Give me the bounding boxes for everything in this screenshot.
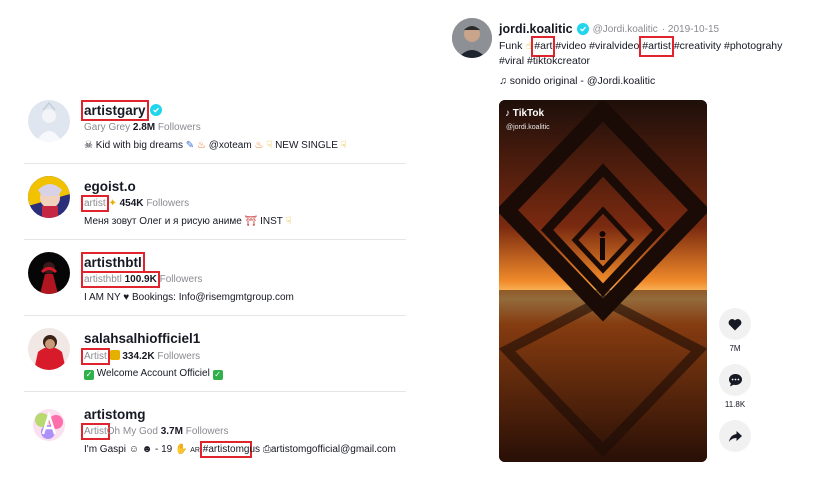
avatar[interactable] (28, 252, 70, 294)
account-label-rest: Oh My God (106, 426, 158, 437)
post-author[interactable]: jordi.koalitic (499, 22, 573, 36)
hashtag-creativity[interactable]: #creativity (674, 40, 721, 52)
account-row-egoist[interactable]: egoist.o artist ✦ 454K Followers Меня зо… (24, 164, 406, 240)
followers-label: Followers (185, 426, 229, 437)
video-watermark-handle: @jordi.koalitic (506, 124, 550, 131)
hashtag-art[interactable]: #art (531, 36, 556, 57)
heart-icon (728, 318, 742, 330)
account-bio: I'm Gaspi ☺ ☻ - 19 ✋ AR #artistomgus ⎙ar… (84, 441, 396, 458)
clapperboard-icon (109, 350, 120, 360)
account-row-salahsalhi[interactable]: salahsalhiofficiel1 Artist 334.2K Follow… (24, 316, 406, 392)
comment-count: 11.8K (724, 400, 746, 409)
tiktok-logo: ♪ TikTok (505, 108, 545, 119)
account-subtitle-highlight: artisthbtl 100.9K (81, 271, 160, 288)
torii-gate-icon: ⛩ (244, 216, 258, 227)
account-label: Gary Grey (84, 122, 131, 133)
post-caption: Funk ☝ #art #video #viralvideo #artist #… (499, 36, 783, 67)
share-button[interactable] (719, 420, 751, 452)
smiling-face-icon: ☺ (128, 444, 139, 455)
follower-count: 2.8M (132, 122, 156, 133)
account-subtitle: Gary Grey 2.8M Followers (84, 122, 406, 136)
verified-badge-icon (149, 104, 162, 116)
account-name[interactable]: egoist.o (84, 179, 136, 194)
account-subtitle: artist ✦ 454K Followers (81, 195, 406, 212)
hashtag-viral[interactable]: #viral (499, 55, 524, 67)
followers-label: Followers (157, 122, 201, 133)
account-bio: Меня зовут Олег и я рисую аниме ⛩ INST ☟ (84, 216, 292, 227)
post-handle[interactable]: @Jordi.koalitic (593, 24, 658, 35)
account-subtitle: Artist 334.2K Followers (81, 348, 406, 365)
account-name[interactable]: artistomg (84, 407, 146, 422)
video-thumbnail (499, 100, 707, 462)
verified-badge-icon (576, 23, 589, 35)
check-mark-button-icon: ✓ (212, 370, 223, 380)
waving-hand-icon: ✋ (175, 444, 188, 455)
smiling-face-icon: ☻ (141, 444, 153, 455)
like-action: 7M (718, 308, 752, 353)
black-heart-icon: ♥ (123, 292, 130, 303)
post-date: · 2019-10-15 (661, 23, 720, 35)
palette-icon: ✦ (108, 198, 117, 209)
account-subtitle: artisthbtl 100.9K Followers (81, 271, 406, 288)
account-row-artisthbtl[interactable]: artisthbtl artisthbtl 100.9K Followers I… (24, 240, 406, 316)
avatar[interactable] (28, 328, 70, 370)
account-label: artist (81, 195, 109, 212)
hashtag-artist[interactable]: #artist (639, 36, 674, 57)
pointing-up-icon: ☝ (525, 41, 532, 52)
comment-action: 11.8K (718, 364, 752, 409)
follower-count: 454K (119, 198, 144, 209)
check-mark-button-icon: ✓ (84, 370, 94, 380)
account-bio: ☠ Kid with big dreams ✎ ♨ @xoteam ♨ ☟ NE… (84, 140, 347, 151)
avatar[interactable] (28, 176, 70, 218)
skull-icon: ☠ (84, 140, 93, 151)
hashtag-video[interactable]: #video (555, 40, 586, 52)
hashtag-photograhy[interactable]: #photograhy (724, 40, 782, 52)
account-list: artistgary Gary Grey 2.8M Followers ☠ Ki… (24, 88, 406, 468)
follower-count: 334.2K (122, 351, 155, 362)
account-row-artistgary[interactable]: artistgary Gary Grey 2.8M Followers ☠ Ki… (24, 88, 406, 164)
pen-icon: ✎ (185, 140, 195, 151)
comment-icon (728, 374, 742, 387)
avatar[interactable] (28, 404, 70, 446)
pointing-down-icon: ☟ (266, 140, 273, 151)
comment-button[interactable] (719, 364, 751, 396)
tiktok-icon: ♪ (505, 108, 510, 119)
followers-label: Followers (159, 274, 203, 285)
pointing-down-icon: ☟ (285, 216, 292, 227)
pointing-down-icon: ☟ (340, 140, 347, 151)
fire-icon: ♨ (254, 140, 264, 151)
account-bio: ✓ Welcome Account Officiel ✓ (84, 368, 223, 380)
hashtag-tiktokcreator[interactable]: #tiktokcreator (527, 55, 590, 67)
sound-link[interactable]: ♫ sonido original - @Jordi.koalitic (499, 75, 655, 87)
account-label: artisthbtl (84, 274, 122, 285)
avatar[interactable] (452, 18, 492, 58)
account-name[interactable]: artistgary (81, 99, 149, 121)
followers-label: Followers (146, 198, 190, 209)
inbox-tray-icon: ⎙ (262, 444, 271, 455)
hashtag-artistomg[interactable]: #artistomg (199, 441, 253, 458)
video-player[interactable]: ♪ TikTok @jordi.koalitic (499, 100, 707, 462)
hashtag-viralvideo[interactable]: #viralvideo (589, 40, 639, 52)
account-name[interactable]: artisthbtl (81, 251, 145, 273)
fire-icon: ♨ (196, 140, 206, 151)
account-name[interactable]: salahsalhiofficiel1 (84, 331, 200, 346)
follower-count: 100.9K (124, 274, 157, 285)
avatar[interactable] (28, 100, 70, 142)
followers-label: Followers (157, 351, 201, 362)
account-bio: I AM NY ♥ Bookings: Info@risemgmtgroup.c… (84, 292, 294, 303)
music-note-icon: ♫ (499, 75, 507, 87)
share-icon (728, 430, 742, 442)
account-subtitle: ArtistOh My God 3.7M Followers (81, 423, 406, 440)
account-label: Artist (81, 348, 110, 365)
account-row-artistomg[interactable]: artistomg ArtistOh My God 3.7M Followers… (24, 392, 406, 468)
post-header: jordi.koalitic @Jordi.koalitic · 2019-10… (499, 22, 719, 36)
follower-count: 3.7M (160, 426, 183, 437)
account-label: Artist (81, 423, 110, 440)
share-action (718, 420, 752, 452)
like-button[interactable] (719, 308, 751, 340)
like-count: 7M (729, 344, 741, 353)
